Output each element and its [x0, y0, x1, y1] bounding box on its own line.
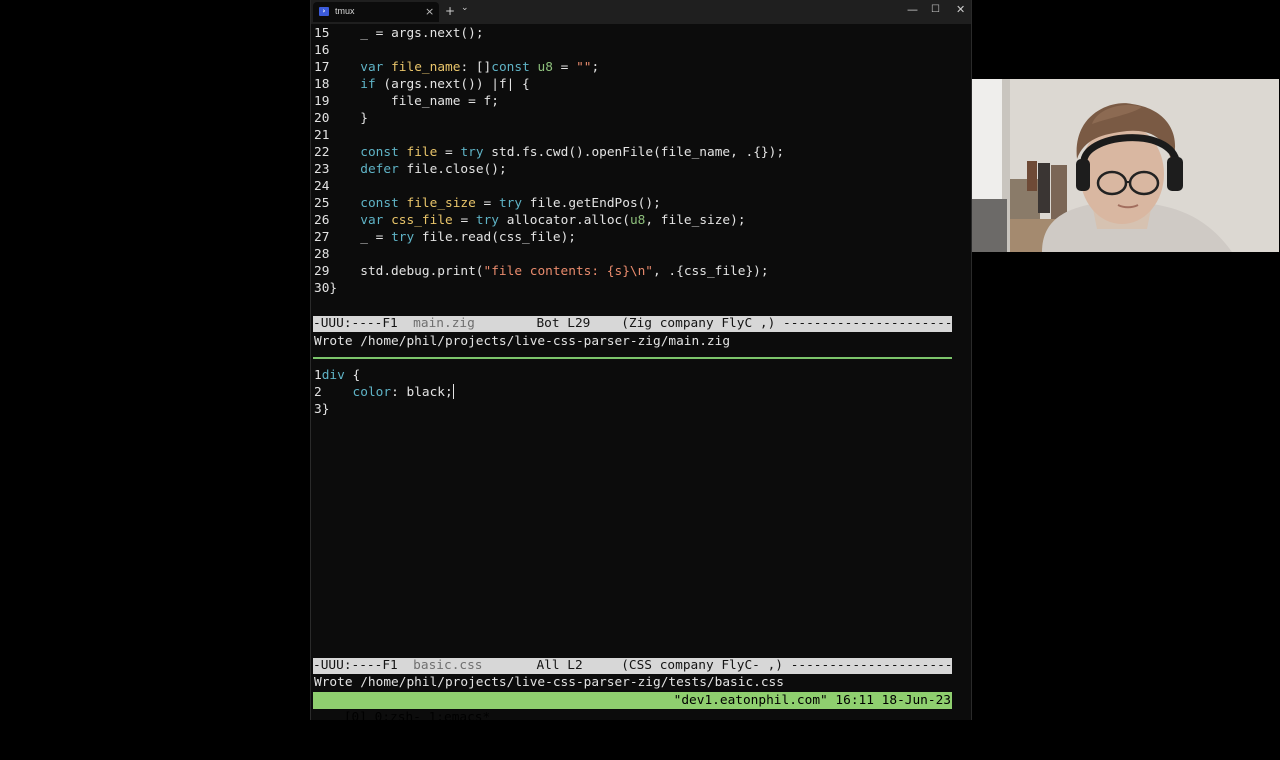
tab-tmux[interactable]: › tmux × — [313, 2, 439, 22]
tmux-host-clock: "dev1.eatonphil.com" 16:11 18-Jun-23 — [673, 693, 951, 708]
code-line: 26 var css_file = try allocator.alloc(u8… — [314, 213, 746, 228]
css-editor[interactable]: 1div { 2 color: black; 3} — [314, 367, 454, 418]
modeline-bottom: -UUU:----F1 basic.css All L2 (CSS compan… — [313, 658, 952, 674]
chevron-down-icon[interactable]: ⌄ — [461, 3, 469, 13]
code-line: 16 — [314, 43, 330, 58]
code-line: 1div { — [314, 368, 361, 383]
code-line: 23 defer file.close(); — [314, 162, 507, 177]
terminal-icon: › — [319, 7, 329, 16]
code-line: 21 — [314, 128, 330, 143]
code-line: 3} — [314, 402, 330, 417]
code-line: 20 } — [314, 111, 368, 126]
code-line: 28 — [314, 247, 330, 262]
code-line: 15 _ = args.next(); — [314, 26, 484, 41]
webcam-overlay — [972, 79, 1279, 252]
buffer-name[interactable]: main.zig — [413, 316, 475, 331]
modeline-top: -UUU:----F1 main.zig Bot L29 (Zig compan… — [313, 316, 952, 332]
code-line: 19 file_name = f; — [314, 94, 499, 109]
window-close-icon[interactable]: ✕ — [956, 3, 965, 17]
minimize-icon[interactable]: — — [907, 3, 918, 17]
tmux-window-list[interactable]: [0] 0:zsh- 1:emacs* — [344, 710, 490, 725]
tab-bar: › tmux × + ⌄ — ☐ ✕ — [311, 0, 971, 24]
pane-divider — [313, 357, 952, 359]
code-line: 18 if (args.next()) |f| { — [314, 77, 530, 92]
text-cursor — [452, 384, 454, 399]
terminal-window: › tmux × + ⌄ — ☐ ✕ 15 _ = args.next(); 1… — [310, 0, 972, 725]
code-line: 22 const file = try std.fs.cwd().openFil… — [314, 145, 785, 160]
tmux-status-bar: [0] 0:zsh- 1:emacs* "dev1.eatonphil.com"… — [313, 692, 952, 725]
plus-icon[interactable]: + — [445, 4, 455, 18]
echo-area-bottom: Wrote /home/phil/projects/live-css-parse… — [314, 675, 784, 690]
zig-editor[interactable]: 15 _ = args.next(); 16 17 var file_name:… — [314, 25, 784, 297]
code-line: 29 std.debug.print("file contents: {s}\n… — [314, 264, 769, 279]
code-line: 25 const file_size = try file.getEndPos(… — [314, 196, 661, 211]
code-line: 30} — [314, 281, 338, 296]
code-line: 24 — [314, 179, 330, 194]
echo-area-top: Wrote /home/phil/projects/live-css-parse… — [314, 334, 731, 349]
code-line: 27 _ = try file.read(css_file); — [314, 230, 576, 245]
code-line: 17 var file_name: []const u8 = ""; — [314, 60, 600, 75]
close-icon[interactable]: × — [425, 5, 434, 18]
buffer-name[interactable]: basic.css — [413, 658, 482, 673]
maximize-icon[interactable]: ☐ — [931, 3, 940, 17]
tab-title: tmux — [335, 6, 355, 16]
code-line: 2 color: black; — [314, 384, 454, 400]
